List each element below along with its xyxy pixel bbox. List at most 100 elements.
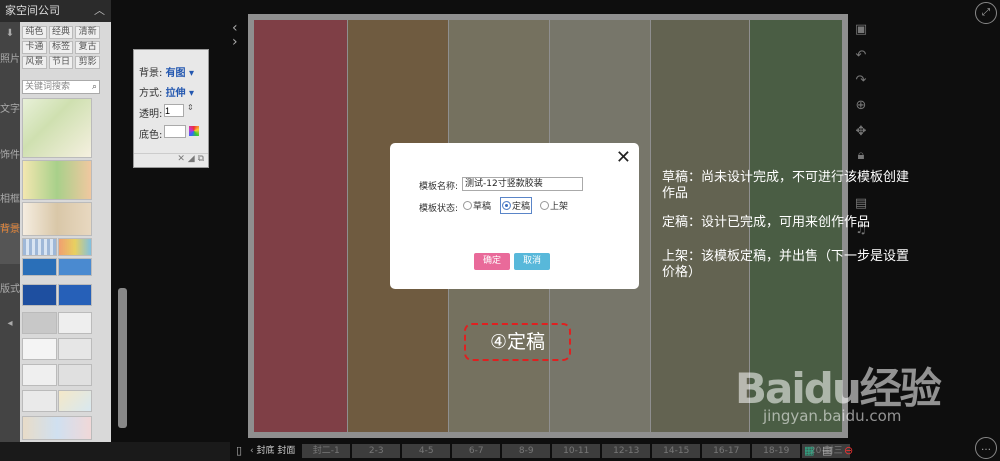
thumbnail[interactable]: [58, 284, 92, 306]
thumbnail[interactable]: [22, 258, 57, 276]
page-icon[interactable]: ▯: [236, 444, 242, 457]
close-icon[interactable]: ✕: [616, 147, 631, 168]
lock-icon[interactable]: 🔒︎: [852, 148, 870, 163]
radio-final[interactable]: 定稿: [499, 197, 533, 214]
thumbnail[interactable]: [58, 364, 92, 386]
copy-page-icon[interactable]: ▤: [822, 444, 832, 457]
tag-fresh[interactable]: 清新: [75, 26, 100, 39]
pin-icon[interactable]: ⬇: [0, 28, 20, 39]
thumbnail[interactable]: [22, 390, 57, 412]
tag-classic[interactable]: 经典: [48, 26, 74, 39]
current-page-label[interactable]: 封底 封面: [256, 446, 295, 456]
collapse-left-icon[interactable]: ◂: [0, 318, 20, 329]
tag-cartoon[interactable]: 卡通: [22, 41, 47, 54]
thumbnail[interactable]: [58, 312, 92, 334]
bg-select[interactable]: 有图 ▾: [166, 68, 195, 79]
thumbnail[interactable]: [58, 338, 92, 360]
undo-icon[interactable]: ↶: [852, 48, 870, 63]
resize-icon[interactable]: ◢: [188, 154, 195, 164]
thumbnail[interactable]: [58, 258, 92, 276]
delete-page-icon[interactable]: ⊖: [844, 444, 853, 457]
background-panel: 纯色 经典 清新 卡通 标签 复古 风景 节日 剪影 关键词搜索 ⌕: [20, 22, 127, 442]
radio-listed[interactable]: 上架: [540, 199, 568, 212]
thumbnail[interactable]: [58, 390, 92, 412]
page-tab[interactable]: 16-17: [702, 444, 751, 458]
tag-holiday[interactable]: 节日: [48, 56, 74, 69]
thumbnail[interactable]: [22, 160, 92, 200]
keyword-search-input[interactable]: 关键词搜索 ⌕: [22, 80, 100, 94]
page-tab[interactable]: 10-11: [552, 444, 601, 458]
color-swatch[interactable]: [164, 125, 186, 138]
thumbnail[interactable]: [22, 284, 57, 306]
fullscreen-icon[interactable]: ⤢: [975, 2, 997, 24]
sidebar-footer: [0, 442, 230, 461]
tab-frames[interactable]: 相框: [0, 194, 20, 224]
thumbnail[interactable]: [22, 416, 92, 440]
mode-label: 方式:: [139, 88, 163, 99]
tab-ornaments[interactable]: 饰件: [0, 150, 20, 180]
color-stripe: [254, 20, 347, 432]
add-page-icon[interactable]: ▦: [804, 444, 814, 457]
tag-landscape[interactable]: 风景: [22, 56, 47, 69]
page-tab[interactable]: 12-13: [602, 444, 651, 458]
sidebar-vertical-tabs: ⬇ 照片 文字 饰件 相框 背景 版式 ◂: [0, 22, 20, 442]
mode-row: 方式: 拉伸 ▾: [139, 84, 194, 99]
thumbnail[interactable]: [22, 364, 57, 386]
color-label: 底色:: [139, 130, 163, 141]
stepper-icon[interactable]: ⇕: [187, 103, 194, 112]
thumbnail[interactable]: [58, 238, 92, 256]
thumbnail[interactable]: [22, 338, 57, 360]
tab-text[interactable]: 文字: [0, 104, 20, 134]
thumbnail[interactable]: [22, 98, 92, 158]
category-tags: 纯色 经典 清新 卡通 标签 复古 风景 节日 剪影: [22, 26, 100, 69]
tag-retro[interactable]: 复古: [75, 41, 100, 54]
opacity-row: 透明:: [139, 105, 162, 120]
radio-draft[interactable]: 草稿: [463, 199, 491, 212]
chevron-up-icon[interactable]: ︿: [94, 0, 105, 22]
tag-solid[interactable]: 纯色: [22, 26, 47, 39]
page-tab[interactable]: 封二-1: [302, 444, 351, 458]
chevron-left-icon[interactable]: ‹: [250, 446, 254, 456]
template-name-label: 模板名称:: [419, 182, 459, 192]
page-tab[interactable]: 14-15: [652, 444, 701, 458]
page-tab[interactable]: 6-7: [452, 444, 501, 458]
tag-label[interactable]: 标签: [48, 41, 74, 54]
template-name-input[interactable]: 测试-12寸竖款胶装: [462, 177, 583, 191]
color-row: 底色:: [139, 126, 162, 141]
search-placeholder: 关键词搜索: [25, 82, 71, 92]
opacity-input[interactable]: [164, 104, 184, 117]
template-status-label: 模板状态:: [419, 204, 459, 214]
chevron-right-icon[interactable]: ›: [232, 34, 238, 50]
page-navigation: ‹ 封底 封面 封二-1 2-3 4-5 6-7 8-9 10-11 12-13 14-15 1…: [250, 443, 852, 459]
template-status-dialog: ✕ 模板名称: 测试-12寸竖款胶装 模板状态: 草稿 定稿 上架 确定 取消: [390, 143, 639, 289]
sidebar-scrollbar[interactable]: [118, 288, 127, 428]
tag-silhouette[interactable]: 剪影: [75, 56, 100, 69]
tab-layouts[interactable]: 版式: [0, 284, 20, 314]
explanation-final: 定稿：设计已完成，可用来创作作品: [662, 215, 871, 230]
search-icon[interactable]: ⌕: [92, 81, 97, 93]
chat-icon[interactable]: …: [975, 437, 997, 459]
thumbnail[interactable]: [22, 312, 57, 334]
move-icon[interactable]: ✥: [852, 124, 870, 139]
tab-photos[interactable]: 照片: [0, 54, 20, 94]
page-tab[interactable]: 8-9: [502, 444, 551, 458]
thumbnail[interactable]: [22, 238, 57, 256]
cancel-button[interactable]: 取消: [514, 253, 550, 270]
tab-backgrounds[interactable]: 背景: [0, 224, 20, 264]
page-tab[interactable]: 2-3: [352, 444, 401, 458]
save-icon[interactable]: ▣: [852, 22, 870, 37]
close-icon[interactable]: ✕: [177, 154, 185, 164]
mode-select[interactable]: 拉伸 ▾: [166, 88, 195, 99]
watermark-url: jingyan.baidu.com: [763, 407, 902, 425]
zoom-icon[interactable]: ⊕: [852, 98, 870, 113]
step-callout: ④定稿: [464, 323, 571, 361]
background-properties-popup: 背景: 有图 ▾ 方式: 拉伸 ▾ 透明: ⇕ 底色: ✕ ◢ ⧉: [133, 49, 209, 168]
page-tab[interactable]: 18-19: [752, 444, 801, 458]
redo-icon[interactable]: ↷: [852, 73, 870, 88]
popout-icon[interactable]: ⧉: [198, 154, 204, 164]
sidebar-header: 家空间公司 ︿: [0, 0, 111, 22]
thumbnail[interactable]: [22, 202, 92, 236]
page-tab[interactable]: 4-5: [402, 444, 451, 458]
confirm-button[interactable]: 确定: [474, 253, 510, 270]
color-palette-icon[interactable]: [189, 126, 199, 136]
